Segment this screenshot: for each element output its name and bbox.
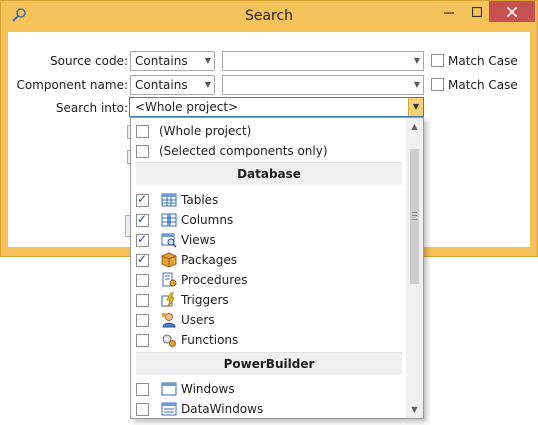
source-code-label: Source code:	[49, 54, 128, 68]
checkbox[interactable]	[136, 192, 149, 207]
source-code-input[interactable]: ▼	[222, 51, 424, 71]
list-item-columns[interactable]: Columns	[131, 210, 407, 230]
item-label: Packages	[181, 253, 237, 267]
item-label: Triggers	[181, 293, 229, 307]
item-label: Functions	[181, 333, 239, 347]
chevron-up-icon: ▲	[411, 122, 418, 131]
item-label: Tables	[181, 193, 219, 207]
checkbox[interactable]	[136, 314, 149, 327]
search-into-value: <Whole project>	[135, 100, 239, 114]
group-header-powerbuilder: PowerBuilder	[136, 352, 402, 375]
group-header-database: Database	[136, 162, 402, 185]
component-name-input[interactable]: ▼	[222, 75, 424, 95]
close-icon	[507, 6, 517, 17]
list-item-triggers[interactable]: Triggers	[131, 290, 407, 310]
chevron-down-icon: ▼	[204, 80, 211, 89]
item-label: Windows	[181, 382, 235, 396]
search-into-label: Search into:	[55, 101, 128, 115]
checkbox[interactable]	[136, 252, 149, 267]
chevron-down-icon: ▼	[412, 102, 420, 111]
list-item-datawindows[interactable]: DataWindows	[131, 399, 407, 418]
checkbox[interactable]	[136, 212, 149, 227]
chevron-down-icon: ▼	[413, 56, 420, 65]
maximize-button[interactable]	[463, 1, 491, 23]
scrollbar-thumb[interactable]	[410, 149, 419, 284]
function-icon	[162, 334, 176, 347]
component-name-label: Component name:	[16, 78, 128, 92]
checkbox[interactable]	[136, 145, 149, 158]
list-item-windows[interactable]: Windows	[131, 379, 407, 399]
trigger-icon	[161, 292, 175, 308]
item-label: Procedures	[181, 273, 248, 287]
scroll-up-button[interactable]: ▲	[406, 118, 423, 135]
table-icon	[161, 193, 177, 207]
source-match-case-checkbox[interactable]	[431, 54, 444, 67]
component-match-case-label: Match Case	[448, 78, 518, 92]
checkbox[interactable]	[136, 383, 149, 396]
checkbox[interactable]	[136, 232, 149, 247]
grip-icon	[412, 212, 417, 220]
search-into-dropdown: (Whole project) (Selected components onl…	[130, 117, 424, 419]
scroll-down-button[interactable]: ▼	[406, 401, 423, 418]
item-label: DataWindows	[181, 402, 264, 416]
source-mode-value: Contains	[135, 54, 188, 68]
title-bar[interactable]: Search	[1, 1, 537, 33]
maximize-icon	[472, 7, 482, 17]
component-mode-value: Contains	[135, 78, 188, 92]
window-icon	[161, 382, 177, 396]
view-icon	[161, 233, 177, 248]
minimize-icon	[444, 12, 454, 14]
list-item-packages[interactable]: Packages	[131, 250, 407, 270]
source-match-case-label: Match Case	[448, 54, 518, 68]
search-into-select[interactable]: <Whole project> ▼	[129, 97, 424, 117]
checkbox[interactable]	[136, 294, 149, 307]
checkbox[interactable]	[136, 125, 149, 138]
close-button[interactable]	[489, 1, 535, 22]
columns-icon	[161, 213, 177, 227]
package-icon	[161, 252, 177, 268]
item-label: (Whole project)	[159, 124, 252, 138]
list-item-whole-project[interactable]: (Whole project)	[131, 121, 407, 141]
component-match-case-checkbox[interactable]	[431, 78, 444, 91]
procedure-icon	[162, 272, 177, 287]
datawindow-icon	[161, 402, 177, 416]
component-mode-select[interactable]: Contains ▼	[130, 75, 215, 95]
user-icon	[162, 313, 176, 328]
list-item-users[interactable]: Users	[131, 310, 407, 330]
list-item-procedures[interactable]: Procedures	[131, 270, 407, 290]
dropdown-scrollbar[interactable]: ▲ ▼	[406, 118, 423, 418]
chevron-down-icon: ▼	[413, 80, 420, 89]
item-label: (Selected components only)	[159, 144, 328, 158]
checkbox[interactable]	[136, 403, 149, 416]
list-item-selected-components[interactable]: (Selected components only)	[131, 141, 407, 161]
chevron-down-icon: ▼	[204, 56, 211, 65]
item-label: Columns	[181, 213, 234, 227]
chevron-down-icon: ▼	[411, 405, 418, 414]
dropdown-toggle-button[interactable]: ▼	[408, 98, 423, 116]
checkbox[interactable]	[136, 274, 149, 287]
item-label: Views	[181, 233, 216, 247]
minimize-button[interactable]	[435, 1, 463, 23]
list-item-tables[interactable]: Tables	[131, 190, 407, 210]
item-label: Users	[181, 313, 215, 327]
source-mode-select[interactable]: Contains ▼	[130, 51, 215, 71]
list-item-functions[interactable]: Functions	[131, 330, 407, 350]
list-item-views[interactable]: Views	[131, 230, 407, 250]
checkbox[interactable]	[136, 334, 149, 347]
